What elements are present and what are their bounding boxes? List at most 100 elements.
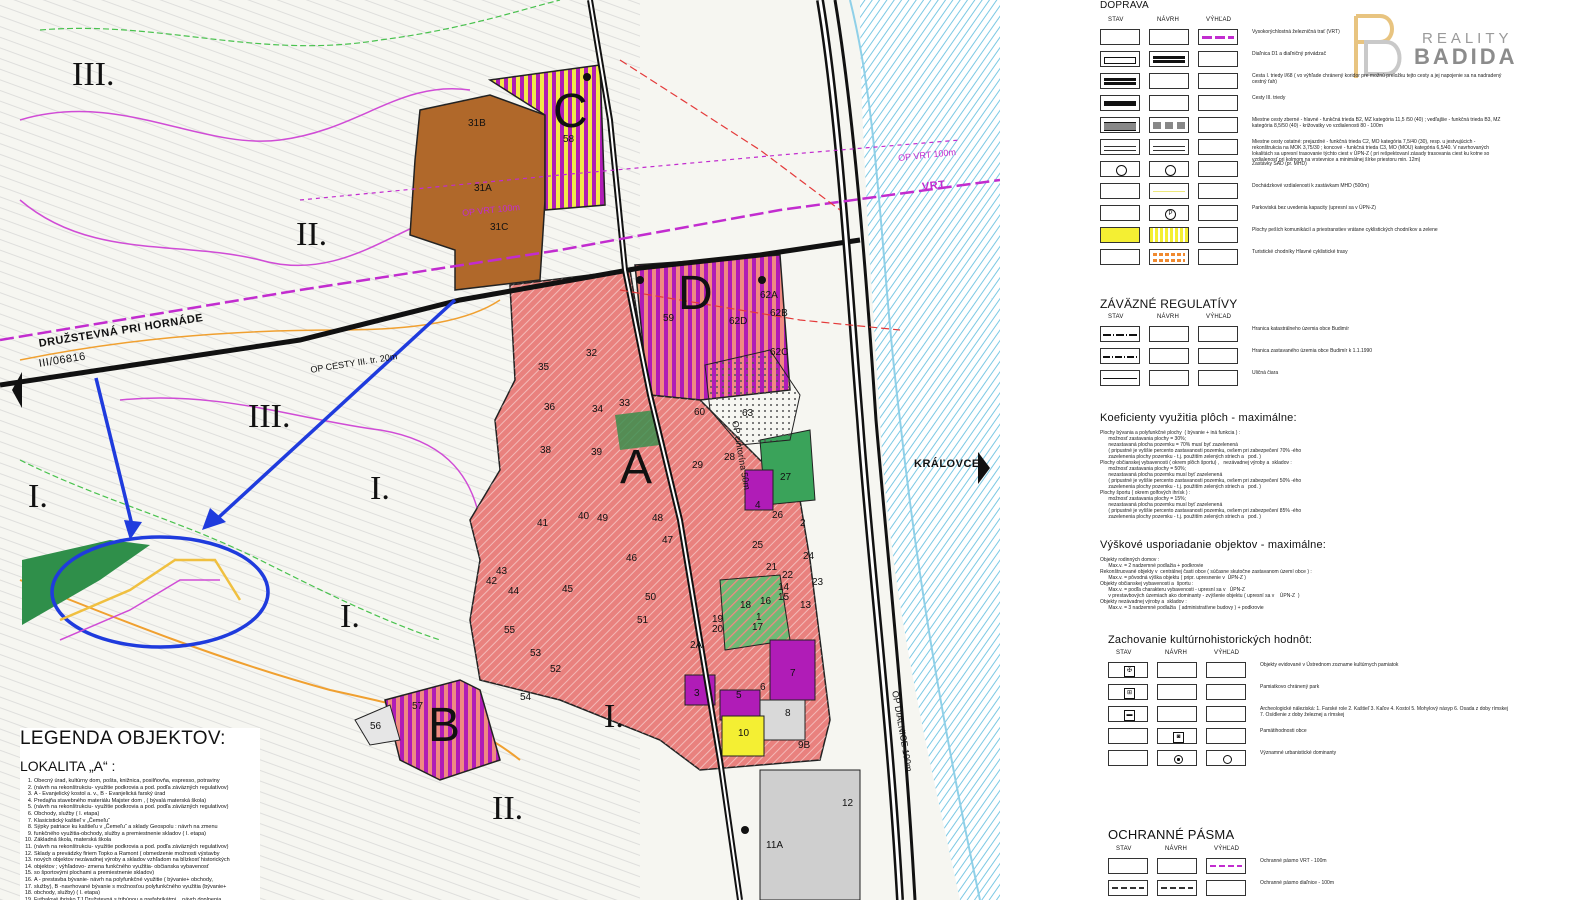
parcel-number: 49 [597, 513, 609, 524]
company-logo: REALITY BADIDA [1350, 12, 1560, 82]
zachovanie-swatch [1206, 684, 1246, 700]
zachovanie-swatch [1206, 706, 1246, 722]
parcel-number: 29 [692, 460, 704, 471]
zone-label: I. [28, 478, 48, 515]
regulativy-swatch [1198, 370, 1238, 386]
regulativy-row-label: Hranica zastavaného územia obce Budimír … [1252, 348, 1373, 354]
regulativy-row: Hranica zastavaného územia obce Budimír … [1100, 348, 1570, 366]
zachovanie-row-label: Archeologické náleziská: 1. Farské role … [1260, 706, 1509, 718]
parcel-number: 19 [712, 614, 724, 625]
zachovanie-row: Významné urbanistické dominanty [1108, 750, 1572, 768]
doprava-swatch [1198, 161, 1238, 177]
parcel-number: 2 [800, 518, 806, 529]
parcel-number: 53 [530, 648, 542, 659]
koeficienty-text: Plochy bývania a polyfunkčné plochy ( bý… [1100, 430, 1302, 520]
doprava-row-label: Cesta I. triedy I/68 ( vo výhľade chráne… [1252, 73, 1502, 85]
zachovanie-swatch [1108, 750, 1148, 766]
zachovanie-swatch [1206, 728, 1246, 744]
vyskove-title: Výškové usporiadanie objektov - maximáln… [1100, 539, 1327, 551]
ochranne-swatch [1157, 858, 1197, 874]
parcel-number: 31C [490, 222, 509, 233]
doprava-col-2: VÝHĽAD [1206, 17, 1232, 23]
zoning-map[interactable]: III. II. III. I. I. I. I. II. A B C D 31… [0, 0, 1000, 900]
regulativy-swatch [1100, 348, 1140, 364]
doprava-swatch [1149, 161, 1189, 177]
zachovanie-col-2: VÝHĽAD [1214, 650, 1240, 656]
ochranne-row: Ochranné pásmo diaľnice - 100m [1108, 880, 1572, 898]
doprava-row-label: Diaľnica D1 a diaľničný privádzač [1252, 51, 1327, 57]
zachovanie-swatch [1206, 750, 1246, 766]
regulativy-swatch [1100, 326, 1140, 342]
legend-item: Sklady a prevádzky firiem Topko a Ramont… [34, 851, 260, 858]
regulativy-row-label: Hranica katastrálneho územia obce Budimí… [1252, 326, 1349, 332]
doprava-swatch [1198, 95, 1238, 111]
doprava-swatch [1149, 95, 1189, 111]
kralovce-label: KRÁĽOVCE [914, 458, 980, 470]
doprava-row: Cesta I. triedy I/68 ( vo výhľade chráne… [1100, 73, 1570, 91]
zachovanie-swatch [1157, 684, 1197, 700]
parcel-number: 14 [778, 582, 790, 593]
parcel-number: 13 [800, 600, 812, 611]
zone-label: I. [370, 470, 390, 507]
parcel-number: 6 [760, 682, 766, 693]
parcel-number: 60 [694, 407, 706, 418]
zachovanie-swatch [1108, 728, 1148, 744]
regulativy-row-label: Uličná čiara [1252, 370, 1279, 376]
parcel-number: 36 [544, 402, 556, 413]
legend-subtitle: LOKALITA „A“ : [20, 758, 116, 774]
doprava-swatch [1149, 227, 1189, 243]
doprava-row-label: Zastávky SAD (pr. MHD) [1252, 161, 1307, 167]
regulativy-swatch [1149, 370, 1189, 386]
doprava-swatch [1100, 117, 1140, 133]
parcel-number: 5 [736, 690, 742, 701]
doprava-row: Cesty III. triedy [1100, 95, 1570, 113]
ochranne-row: Ochranné pásmo VRT - 100m [1108, 858, 1572, 876]
legend-item: obchody, služby) ( I. etapa) [34, 890, 260, 897]
zone-label: II. [492, 790, 524, 827]
zachovanie-swatch [1157, 706, 1197, 722]
parcel-number: 32 [586, 348, 598, 359]
regulativy-swatch [1149, 348, 1189, 364]
locality-letter-b: B [428, 699, 461, 752]
legend-item: nových objektov nezávadnej výroby a skla… [34, 857, 260, 864]
doprava-swatch [1198, 227, 1238, 243]
regulativy-swatch [1198, 348, 1238, 364]
doprava-swatch [1100, 73, 1140, 89]
doprava-row-label: Cesty III. triedy [1252, 95, 1286, 101]
ochranne-swatch [1108, 880, 1148, 896]
zone-label: I. [340, 598, 360, 635]
logo-mark-icon [1354, 14, 1402, 78]
doprava-row-label: Miestne cesty zberné - hlavné - funkčná … [1252, 117, 1501, 129]
zone-label: II. [296, 216, 328, 253]
doprava-swatch [1198, 139, 1238, 155]
parcel-number: 28 [724, 452, 736, 463]
ochranne-title: OCHRANNÉ PÁSMA [1108, 827, 1235, 842]
doprava-row: Zastávky SAD (pr. MHD) [1100, 161, 1570, 179]
doprava-swatch [1100, 51, 1140, 67]
doprava-row: Diaľnica D1 a diaľničný privádzač [1100, 51, 1570, 69]
parcel-number: 18 [740, 600, 752, 611]
parcel-number: 34 [592, 404, 604, 415]
doprava-row: Turistické chodníky Hlavné cyklistické t… [1100, 249, 1570, 267]
doprava-col-1: NÁVRH [1157, 17, 1180, 23]
doprava-swatch [1149, 249, 1189, 265]
ochranne-col-2: VÝHĽAD [1214, 846, 1240, 852]
doprava-row: Vysokorýchlostná železničná trať (VRT) [1100, 29, 1570, 47]
doprava-swatch [1100, 95, 1140, 111]
zachovanie-swatch [1157, 750, 1197, 766]
regulativy-title: ZÁVÄZNÉ REGULATÍVY [1100, 297, 1238, 311]
parcel-number: 48 [652, 513, 664, 524]
zachovanie-row: ▬ Archeologické náleziská: 1. Farské role… [1108, 706, 1572, 724]
legend-item: objektov ; výhľadovo- zmena funkčného vy… [34, 864, 260, 871]
parcel-number: 52 [550, 664, 562, 675]
parcel-number: 4 [755, 500, 761, 511]
doprava-row-label: Parkoviská bez uvedenia kapacity (upresn… [1252, 205, 1376, 211]
legend-item: (návrh na rekonštrukciu- využitie podkro… [34, 844, 260, 851]
parcel-number: 17 [752, 622, 764, 633]
doprava-row-label: Plochy peších komunikácií a priestransti… [1252, 227, 1438, 233]
doprava-swatch [1149, 29, 1189, 45]
parcel-number: 33 [619, 398, 631, 409]
locality-letter-c: C [553, 85, 588, 138]
doprava-row: P Parkoviská bez uvedenia kapacity (upres… [1100, 205, 1570, 223]
parcel-number: 50 [645, 592, 657, 603]
